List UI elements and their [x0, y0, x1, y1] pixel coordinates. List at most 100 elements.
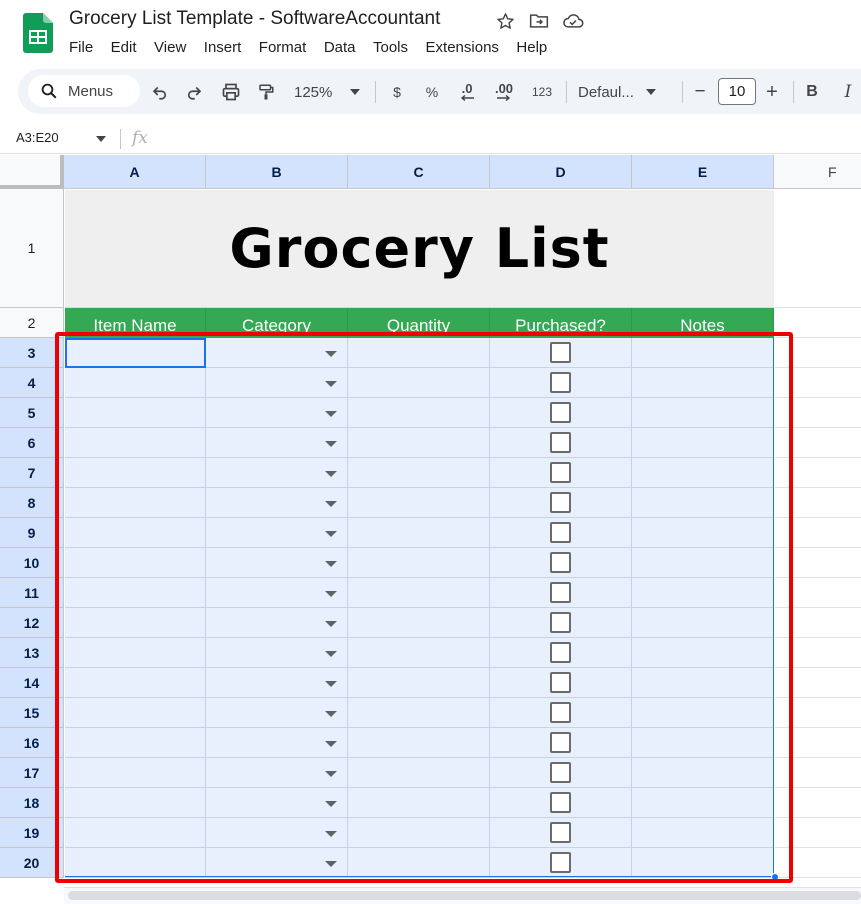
cell-d[interactable]	[490, 728, 632, 758]
row-header[interactable]: 4	[0, 368, 64, 398]
currency-format-button[interactable]: $	[386, 80, 408, 104]
row-header[interactable]: 2	[0, 308, 64, 338]
cell-f2[interactable]	[775, 308, 861, 338]
purchased-checkbox[interactable]	[550, 702, 571, 723]
redo-icon[interactable]	[182, 80, 206, 104]
cell-b[interactable]	[206, 398, 348, 428]
cell-a[interactable]	[65, 698, 206, 728]
search-menus-button[interactable]: Menus	[28, 75, 140, 107]
purchased-checkbox[interactable]	[550, 492, 571, 513]
cell-a[interactable]	[65, 638, 206, 668]
cell-d[interactable]	[490, 818, 632, 848]
row-header[interactable]: 15	[0, 698, 64, 728]
column-header-e[interactable]: E	[632, 155, 774, 189]
cell-f[interactable]	[775, 518, 861, 548]
cell-b[interactable]	[206, 458, 348, 488]
cell-d[interactable]	[490, 608, 632, 638]
menu-data[interactable]: Data	[324, 39, 356, 56]
cell-d[interactable]	[490, 458, 632, 488]
chevron-down-icon[interactable]	[96, 136, 106, 142]
cell-a[interactable]	[65, 458, 206, 488]
dropdown-chevron-icon[interactable]	[325, 681, 337, 687]
column-header-d[interactable]: D	[490, 155, 632, 189]
purchased-checkbox[interactable]	[550, 342, 571, 363]
cell-d[interactable]	[490, 518, 632, 548]
cell-c[interactable]	[348, 518, 490, 548]
cell-d[interactable]	[490, 398, 632, 428]
cell-e[interactable]	[632, 398, 774, 428]
undo-icon[interactable]	[148, 80, 172, 104]
row-header[interactable]: 18	[0, 788, 64, 818]
cell-c[interactable]	[348, 638, 490, 668]
cell-b[interactable]	[206, 728, 348, 758]
purchased-checkbox[interactable]	[550, 672, 571, 693]
header-quantity[interactable]: Quantity	[348, 308, 490, 338]
cell-b[interactable]	[206, 698, 348, 728]
cell-d[interactable]	[490, 758, 632, 788]
cell-b[interactable]	[206, 848, 348, 878]
row-header[interactable]: 9	[0, 518, 64, 548]
column-header-b[interactable]: B	[206, 155, 348, 189]
cell-c[interactable]	[348, 818, 490, 848]
dropdown-chevron-icon[interactable]	[325, 801, 337, 807]
cell-f[interactable]	[775, 818, 861, 848]
cell-d[interactable]	[490, 848, 632, 878]
purchased-checkbox[interactable]	[550, 762, 571, 783]
cell-e[interactable]	[632, 848, 774, 878]
dropdown-chevron-icon[interactable]	[325, 441, 337, 447]
dropdown-chevron-icon[interactable]	[325, 381, 337, 387]
dropdown-chevron-icon[interactable]	[325, 351, 337, 357]
cell-e[interactable]	[632, 668, 774, 698]
dropdown-chevron-icon[interactable]	[325, 711, 337, 717]
cell-f[interactable]	[775, 608, 861, 638]
cloud-saved-icon[interactable]	[562, 10, 584, 32]
menu-edit[interactable]: Edit	[111, 39, 137, 56]
dropdown-chevron-icon[interactable]	[325, 591, 337, 597]
cell-f[interactable]	[775, 368, 861, 398]
cell-f[interactable]	[775, 548, 861, 578]
italic-button[interactable]: I	[838, 80, 858, 104]
cell-b[interactable]	[206, 638, 348, 668]
menu-insert[interactable]: Insert	[204, 39, 242, 56]
cell-c[interactable]	[348, 458, 490, 488]
purchased-checkbox[interactable]	[550, 552, 571, 573]
cell-a[interactable]	[65, 728, 206, 758]
dropdown-chevron-icon[interactable]	[325, 411, 337, 417]
purchased-checkbox[interactable]	[550, 642, 571, 663]
menu-format[interactable]: Format	[259, 39, 307, 56]
purchased-checkbox[interactable]	[550, 462, 571, 483]
row-header[interactable]: 11	[0, 578, 64, 608]
cell-b[interactable]	[206, 548, 348, 578]
cell-f[interactable]	[775, 848, 861, 878]
cell-a[interactable]	[65, 758, 206, 788]
row-header[interactable]: 6	[0, 428, 64, 458]
cell-e[interactable]	[632, 788, 774, 818]
cell-e[interactable]	[632, 818, 774, 848]
cell-d[interactable]	[490, 488, 632, 518]
cell-d[interactable]	[490, 638, 632, 668]
cell-f[interactable]	[775, 758, 861, 788]
cell-a[interactable]	[65, 338, 206, 368]
increase-font-size-button[interactable]: +	[762, 80, 782, 104]
row-header[interactable]: 7	[0, 458, 64, 488]
menu-view[interactable]: View	[154, 39, 186, 56]
cell-a[interactable]	[65, 818, 206, 848]
cell-c[interactable]	[348, 338, 490, 368]
row-header[interactable]: 20	[0, 848, 64, 878]
cell-c[interactable]	[348, 668, 490, 698]
row-header[interactable]: 12	[0, 608, 64, 638]
cell-e[interactable]	[632, 338, 774, 368]
row-header[interactable]: 14	[0, 668, 64, 698]
row-header[interactable]: 16	[0, 728, 64, 758]
dropdown-chevron-icon[interactable]	[325, 531, 337, 537]
paint-format-icon[interactable]	[254, 80, 278, 104]
name-box[interactable]: A3:E20	[16, 130, 59, 145]
cell-c[interactable]	[348, 698, 490, 728]
dropdown-chevron-icon[interactable]	[325, 831, 337, 837]
print-icon[interactable]	[218, 80, 244, 104]
cell-f[interactable]	[775, 698, 861, 728]
row-header[interactable]: 3	[0, 338, 64, 368]
row-header[interactable]: 10	[0, 548, 64, 578]
cell-b[interactable]	[206, 368, 348, 398]
font-size-input[interactable]: 10	[718, 78, 756, 105]
